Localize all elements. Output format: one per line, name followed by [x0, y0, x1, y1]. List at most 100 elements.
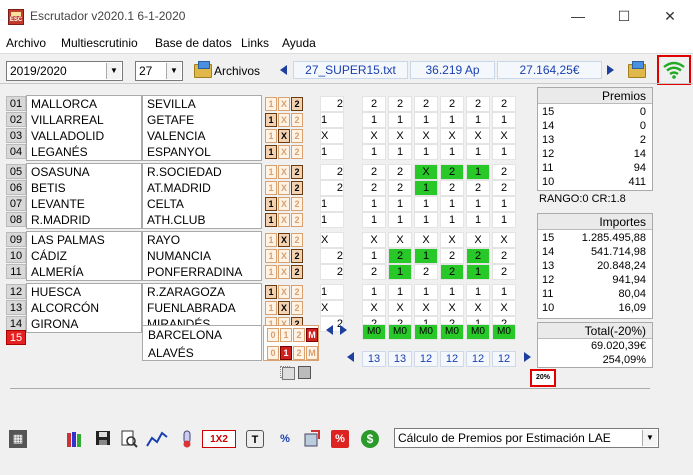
column-cell[interactable]: 2: [440, 164, 464, 180]
column-cell[interactable]: 1: [414, 196, 438, 212]
prev-page-icon[interactable]: [347, 352, 354, 362]
sign-toggle-2[interactable]: 2: [291, 145, 303, 159]
column-cell[interactable]: 2: [492, 180, 516, 196]
single-column-cell[interactable]: X: [320, 128, 344, 144]
single-column-cell[interactable]: 2: [320, 248, 344, 264]
menu-base-de-datos[interactable]: Base de datos: [155, 36, 232, 50]
season-select[interactable]: 2019/2020 ▼: [6, 61, 123, 81]
sign-toggle-1[interactable]: 1: [265, 197, 277, 211]
pleno-column-cell[interactable]: M0: [388, 324, 412, 340]
chevron-down-icon[interactable]: ▼: [166, 63, 181, 79]
calculator-icon[interactable]: ▦: [9, 430, 27, 448]
menu-links[interactable]: Links: [241, 36, 269, 50]
column-cell[interactable]: 1: [466, 212, 490, 228]
column-cell[interactable]: X: [466, 128, 490, 144]
sign-toggle-2[interactable]: 2: [291, 97, 303, 111]
column-cell[interactable]: 2: [492, 96, 516, 112]
scroll-left-icon[interactable]: [326, 325, 333, 335]
sign-toggle-x[interactable]: X: [278, 301, 290, 315]
column-cell[interactable]: 1: [492, 284, 516, 300]
single-column-cell[interactable]: 1: [320, 284, 344, 300]
column-cell[interactable]: X: [362, 128, 386, 144]
sign-toggle-2[interactable]: 2: [291, 249, 303, 263]
sign-toggle-1[interactable]: 1: [265, 213, 277, 227]
column-cell[interactable]: 1: [414, 248, 438, 264]
sign-toggle-2[interactable]: 2: [291, 265, 303, 279]
sign-toggle-2[interactable]: 2: [291, 113, 303, 127]
column-cell[interactable]: X: [414, 128, 438, 144]
column-cell[interactable]: X: [362, 300, 386, 316]
chart-icon[interactable]: [146, 428, 168, 447]
sign-toggle-x[interactable]: X: [278, 129, 290, 143]
menu-archivo[interactable]: Archivo: [6, 36, 46, 50]
menu-multiescrutinio[interactable]: Multiescrutinio: [61, 36, 138, 50]
column-cell[interactable]: X: [466, 300, 490, 316]
column-cell[interactable]: 2: [388, 180, 412, 196]
column-cell[interactable]: 1: [414, 284, 438, 300]
prev-file-icon[interactable]: [280, 65, 287, 75]
column-cell[interactable]: 1: [388, 212, 412, 228]
column-cell[interactable]: 2: [362, 180, 386, 196]
menu-ayuda[interactable]: Ayuda: [282, 36, 316, 50]
single-column-cell[interactable]: X: [320, 232, 344, 248]
column-cell[interactable]: 1: [492, 212, 516, 228]
column-cell[interactable]: 1: [466, 196, 490, 212]
column-cell[interactable]: X: [388, 128, 412, 144]
folder-open-icon[interactable]: [628, 61, 646, 78]
column-cell[interactable]: 2: [440, 96, 464, 112]
column-cell[interactable]: 1: [388, 112, 412, 128]
sign-toggle-x[interactable]: X: [278, 213, 290, 227]
column-cell[interactable]: 1: [362, 196, 386, 212]
sign-toggle-1[interactable]: 1: [265, 181, 277, 195]
sign-toggle-x[interactable]: X: [278, 97, 290, 111]
sign-toggle-1[interactable]: 1: [265, 113, 277, 127]
sign-toggle-2[interactable]: 2: [291, 181, 303, 195]
thermometer-icon[interactable]: [178, 430, 196, 448]
sign-toggle-1[interactable]: 1: [265, 265, 277, 279]
column-cell[interactable]: X: [466, 232, 490, 248]
column-cell[interactable]: 2: [414, 96, 438, 112]
sign-toggle-2[interactable]: 2: [291, 129, 303, 143]
pleno-column-cell[interactable]: M0: [414, 324, 438, 340]
pleno-sign-toggle[interactable]: 0: [267, 346, 279, 360]
pleno-column-cell[interactable]: M0: [466, 324, 490, 340]
copy-icon[interactable]: [282, 367, 295, 380]
sign-toggle-x[interactable]: X: [278, 265, 290, 279]
percent-button[interactable]: 20%: [530, 369, 556, 387]
column-cell[interactable]: 2: [492, 248, 516, 264]
column-cell[interactable]: X: [388, 300, 412, 316]
next-file-icon[interactable]: [607, 65, 614, 75]
column-cell[interactable]: 2: [440, 180, 464, 196]
maximize-button[interactable]: ☐: [601, 0, 647, 32]
export-icon[interactable]: [303, 430, 321, 448]
column-cell[interactable]: 1: [466, 284, 490, 300]
sign-toggle-x[interactable]: X: [278, 233, 290, 247]
archivos-button[interactable]: Archivos: [214, 64, 260, 78]
scroll-right-icon[interactable]: [340, 325, 347, 335]
column-cell[interactable]: X: [492, 300, 516, 316]
single-column-cell[interactable]: 1: [320, 112, 344, 128]
column-cell[interactable]: 1: [388, 196, 412, 212]
column-cell[interactable]: 1: [414, 112, 438, 128]
sign-toggle-2[interactable]: 2: [291, 233, 303, 247]
sign-toggle-x[interactable]: X: [278, 113, 290, 127]
column-cell[interactable]: 1: [440, 144, 464, 160]
save-icon[interactable]: [94, 430, 112, 448]
column-cell[interactable]: 1: [466, 144, 490, 160]
columns-icon[interactable]: [298, 366, 311, 379]
column-cell[interactable]: 2: [362, 96, 386, 112]
column-cell[interactable]: 2: [466, 248, 490, 264]
books-icon[interactable]: [66, 430, 84, 448]
column-cell[interactable]: X: [414, 232, 438, 248]
column-cell[interactable]: X: [388, 232, 412, 248]
sign-toggle-2[interactable]: 2: [291, 197, 303, 211]
sign-toggle-x[interactable]: X: [278, 197, 290, 211]
column-cell[interactable]: X: [492, 232, 516, 248]
column-cell[interactable]: 1: [362, 248, 386, 264]
column-cell[interactable]: 2: [492, 264, 516, 280]
folder-open-icon[interactable]: [194, 61, 212, 78]
column-cell[interactable]: X: [440, 232, 464, 248]
percent-red-icon[interactable]: %: [331, 430, 349, 448]
sign-toggle-2[interactable]: 2: [291, 165, 303, 179]
jornada-select[interactable]: 27 ▼: [135, 61, 183, 81]
